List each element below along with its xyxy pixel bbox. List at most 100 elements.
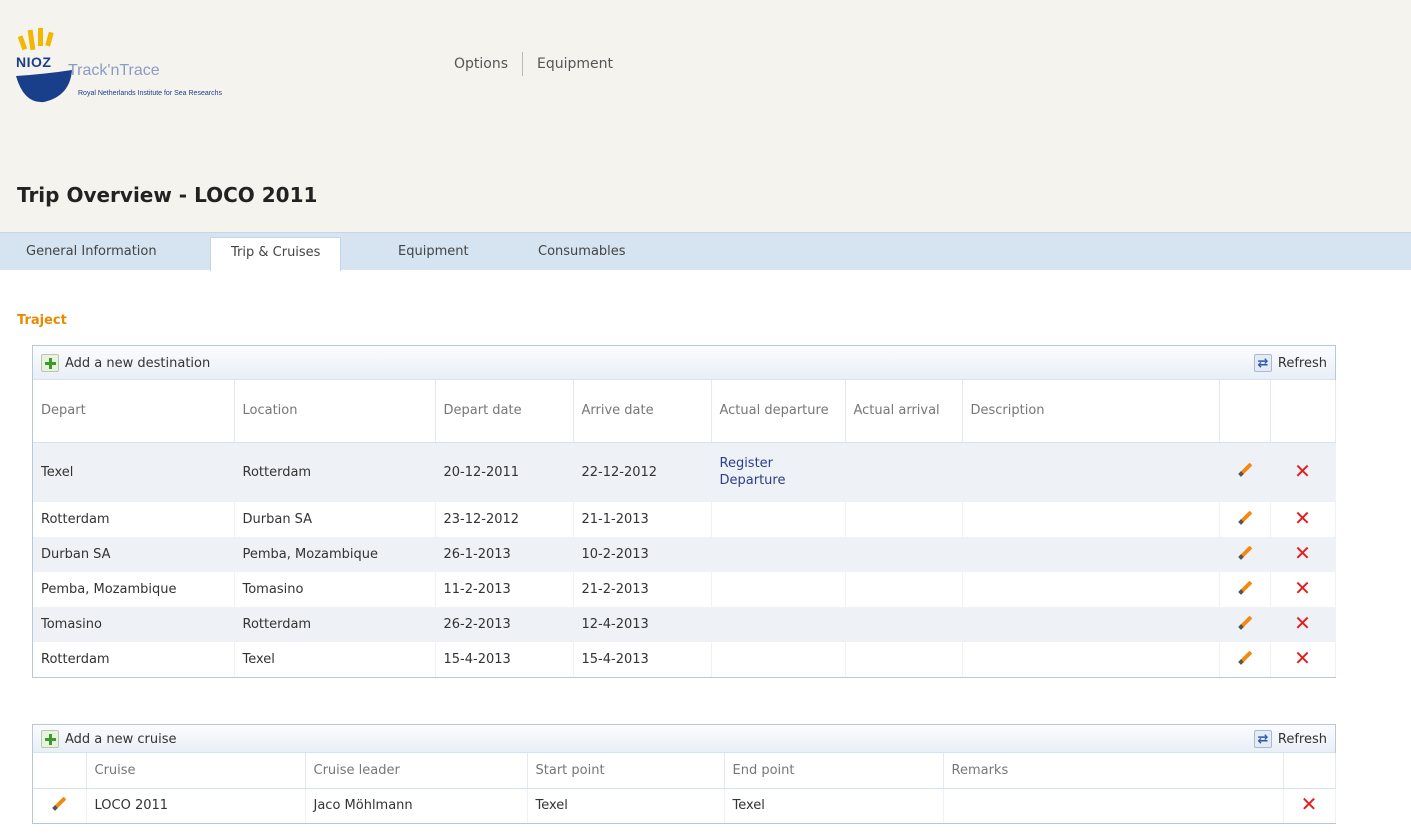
column-header-depart-date[interactable]: Depart date — [435, 380, 574, 443]
nav-equipment[interactable]: Equipment — [537, 56, 613, 72]
cell-edit — [1219, 607, 1271, 642]
cell-arrive-date: 21-1-2013 — [573, 502, 712, 537]
cell-delete: ✕ — [1270, 607, 1336, 642]
cell-actual-departure — [711, 537, 846, 572]
column-header-delete — [1270, 380, 1336, 443]
cell-actual-arrival — [845, 502, 963, 537]
cell-depart-date: 20-12-2011 — [435, 442, 574, 502]
pencil-icon[interactable] — [1237, 615, 1253, 631]
tab-trip-cruises[interactable]: Trip & Cruises — [210, 237, 342, 271]
traject-refresh-button[interactable]: ⇄ Refresh — [1253, 354, 1327, 372]
refresh-label: Refresh — [1277, 355, 1327, 371]
add-destination-button[interactable]: Add a new destination — [41, 354, 210, 372]
pencil-icon[interactable] — [1237, 510, 1253, 526]
cell-actual-departure — [711, 572, 846, 607]
delete-icon[interactable]: ✕ — [1294, 543, 1311, 563]
cell-cruise: LOCO 2011 — [86, 788, 306, 823]
pencil-icon[interactable] — [1237, 545, 1253, 561]
cell-depart: Durban SA — [33, 537, 235, 572]
cell-delete: ✕ — [1270, 502, 1336, 537]
cell-end-point: Texel — [724, 788, 944, 823]
section-title-traject: Traject — [17, 313, 67, 328]
cell-delete: ✕ — [1270, 537, 1336, 572]
add-cruise-button[interactable]: Add a new cruise — [41, 730, 177, 748]
cell-arrive-date: 15-4-2013 — [573, 642, 712, 677]
column-header-description[interactable]: Description — [962, 380, 1220, 443]
tab-general-information[interactable]: General Information — [6, 237, 177, 271]
table-row: Tomasino Rotterdam 26-2-2013 12-4-2013 ✕ — [33, 607, 1336, 642]
nioz-logo[interactable]: NIOZ Track'nTrace Royal Netherlands Inst… — [16, 22, 296, 112]
column-header-remarks[interactable]: Remarks — [943, 753, 1284, 789]
cell-depart: Texel — [33, 442, 235, 502]
cell-description — [962, 537, 1220, 572]
cell-edit — [1219, 442, 1271, 502]
delete-icon[interactable]: ✕ — [1301, 794, 1318, 814]
column-header-depart[interactable]: Depart — [33, 380, 235, 443]
refresh-icon: ⇄ — [1253, 730, 1272, 748]
cell-edit — [1219, 572, 1271, 607]
pencil-icon[interactable] — [51, 796, 67, 812]
table-row: Rotterdam Durban SA 23-12-2012 21-1-2013… — [33, 502, 1336, 537]
cruise-table: Cruise Cruise leader Start point End poi… — [33, 753, 1336, 823]
tab-bar: General Information Trip & Cruises Equip… — [0, 232, 1411, 271]
tab-consumables[interactable]: Consumables — [518, 237, 646, 271]
pencil-icon[interactable] — [1237, 650, 1253, 666]
column-header-edit — [33, 753, 87, 789]
cruise-header-row: Cruise Cruise leader Start point End poi… — [33, 753, 1336, 789]
delete-icon[interactable]: ✕ — [1294, 613, 1311, 633]
cell-location: Durban SA — [234, 502, 436, 537]
cell-location: Rotterdam — [234, 607, 436, 642]
cell-edit — [1219, 642, 1271, 677]
cell-description — [962, 442, 1220, 502]
cell-actual-departure: Register Departure — [711, 442, 846, 502]
cell-description — [962, 572, 1220, 607]
logo-sun-rays-icon — [18, 28, 54, 51]
traject-header-row: Depart Location Depart date Arrive date … — [33, 380, 1336, 443]
cell-remarks — [943, 788, 1284, 823]
plus-icon — [41, 730, 59, 748]
cell-location: Rotterdam — [234, 442, 436, 502]
column-header-cruise-leader[interactable]: Cruise leader — [305, 753, 528, 789]
cell-actual-arrival — [845, 442, 963, 502]
table-row: Durban SA Pemba, Mozambique 26-1-2013 10… — [33, 537, 1336, 572]
add-cruise-label: Add a new cruise — [65, 731, 177, 747]
column-header-delete — [1283, 753, 1336, 789]
pencil-icon[interactable] — [1237, 580, 1253, 596]
cell-arrive-date: 12-4-2013 — [573, 607, 712, 642]
cell-actual-arrival — [845, 537, 963, 572]
cell-depart-date: 23-12-2012 — [435, 502, 574, 537]
cruise-refresh-button[interactable]: ⇄ Refresh — [1253, 730, 1327, 748]
cruise-grid: Add a new cruise ⇄ Refresh Cruise Cruise… — [32, 724, 1336, 824]
delete-icon[interactable]: ✕ — [1294, 648, 1311, 668]
refresh-icon: ⇄ — [1253, 354, 1272, 372]
cell-edit — [33, 788, 87, 823]
column-header-cruise[interactable]: Cruise — [86, 753, 306, 789]
cell-actual-departure — [711, 642, 846, 677]
nav-options[interactable]: Options — [454, 56, 508, 72]
column-header-end-point[interactable]: End point — [724, 753, 944, 789]
delete-icon[interactable]: ✕ — [1294, 508, 1311, 528]
cell-description — [962, 502, 1220, 537]
column-header-actual-arrival[interactable]: Actual arrival — [845, 380, 963, 443]
column-header-location[interactable]: Location — [234, 380, 436, 443]
cell-edit — [1219, 502, 1271, 537]
column-header-arrive-date[interactable]: Arrive date — [573, 380, 712, 443]
cell-depart: Tomasino — [33, 607, 235, 642]
tab-equipment[interactable]: Equipment — [378, 237, 489, 271]
delete-icon[interactable]: ✕ — [1294, 578, 1311, 598]
cell-actual-arrival — [845, 607, 963, 642]
cell-actual-arrival — [845, 572, 963, 607]
pencil-icon[interactable] — [1237, 462, 1253, 478]
cruise-toolbar: Add a new cruise ⇄ Refresh — [33, 725, 1335, 753]
logo-brand: NIOZ — [16, 54, 52, 70]
cell-actual-departure — [711, 607, 846, 642]
register-departure-link[interactable]: Register Departure — [720, 455, 837, 489]
cell-description — [962, 642, 1220, 677]
plus-icon — [41, 354, 59, 372]
column-header-actual-departure[interactable]: Actual departure — [711, 380, 846, 443]
table-row: Texel Rotterdam 20-12-2011 22-12-2012 Re… — [33, 442, 1336, 502]
column-header-start-point[interactable]: Start point — [527, 753, 725, 789]
delete-icon[interactable]: ✕ — [1294, 461, 1311, 481]
cell-delete: ✕ — [1270, 572, 1336, 607]
cell-arrive-date: 10-2-2013 — [573, 537, 712, 572]
